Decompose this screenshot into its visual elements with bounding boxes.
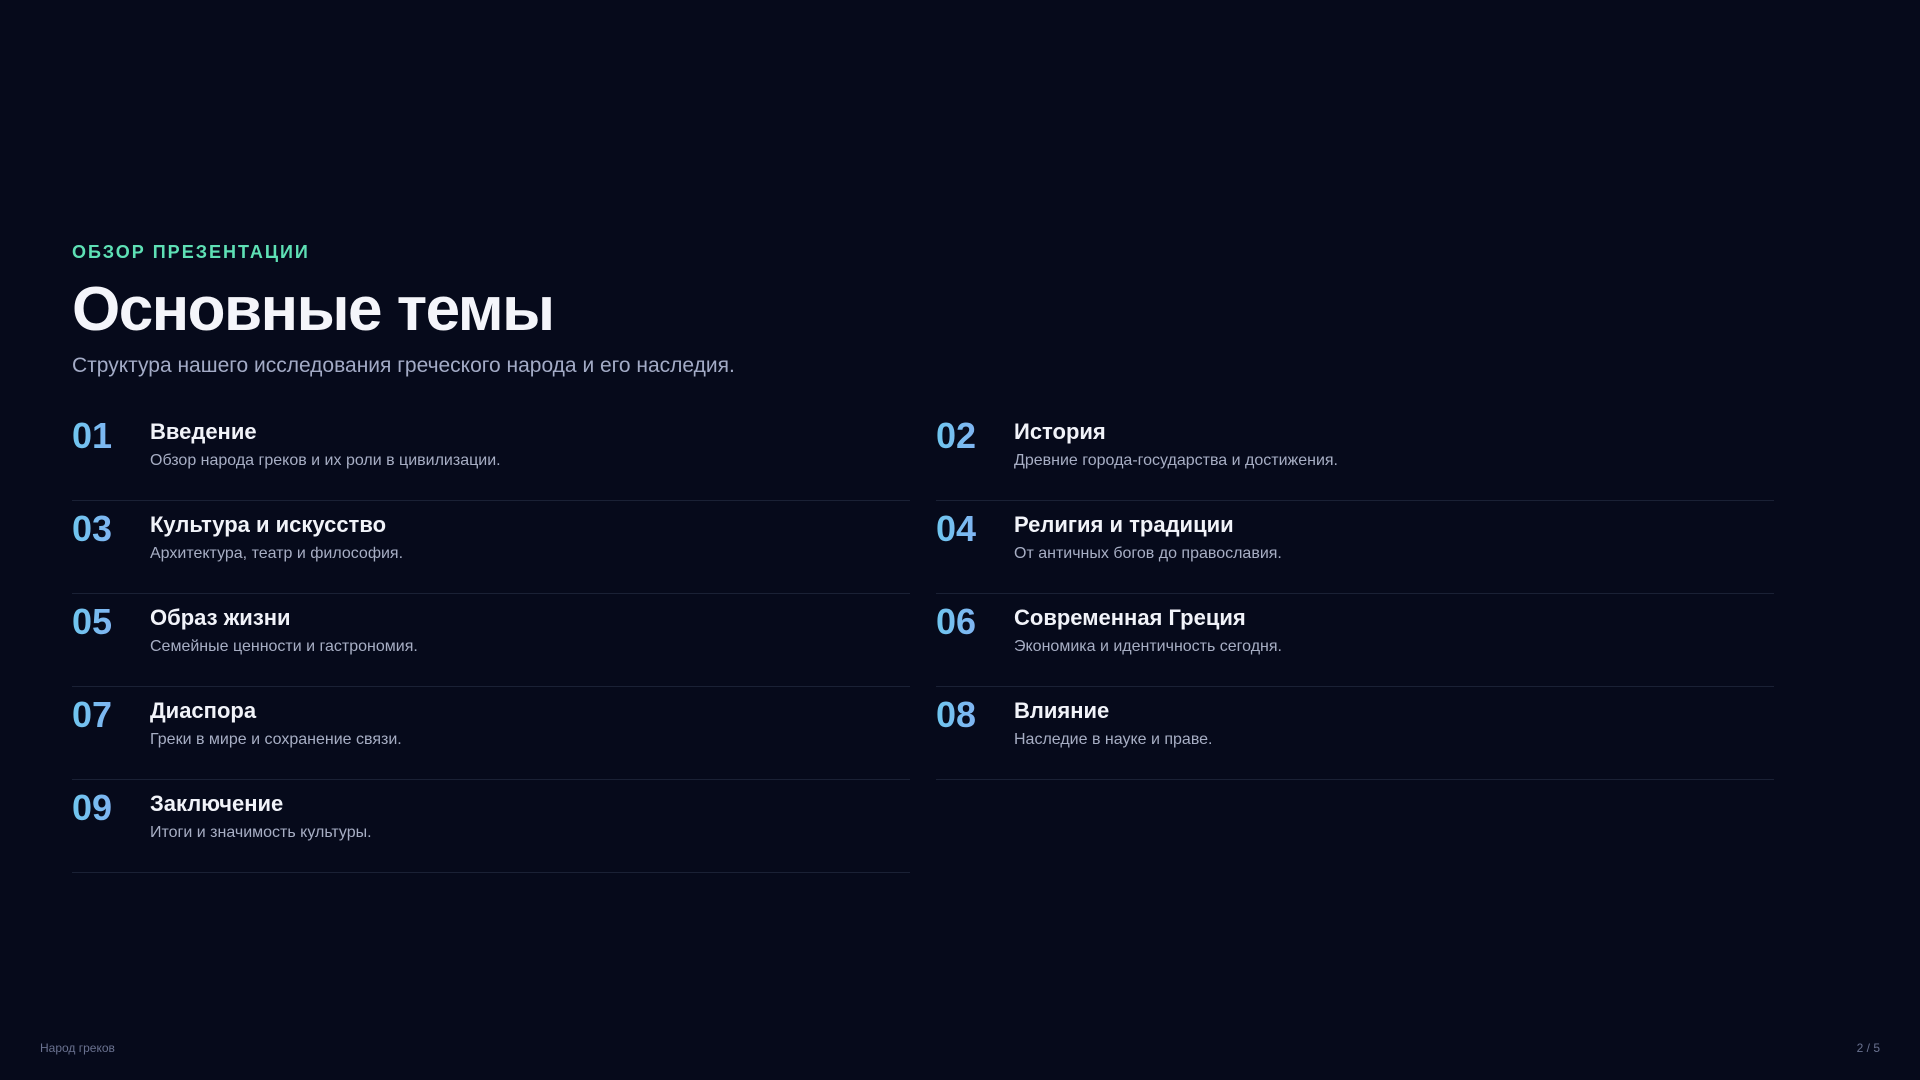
topic-text: Влияние Наследие в науке и праве.: [1014, 695, 1212, 751]
topic-item-05: 05 Образ жизни Семейные ценности и гастр…: [72, 594, 910, 687]
topic-description: Греки в мире и сохранение связи.: [150, 731, 402, 748]
topic-item-04: 04 Религия и традиции От античных богов …: [936, 501, 1774, 594]
topic-item-01: 01 Введение Обзор народа греков и их рол…: [72, 408, 910, 501]
topic-number: 04: [936, 509, 1014, 549]
topic-item-06: 06 Современная Греция Экономика и иденти…: [936, 594, 1774, 687]
topic-title: Образ жизни: [150, 605, 291, 630]
topic-title: Культура и искусство: [150, 512, 387, 537]
page-subtitle: Структура нашего исследования греческого…: [72, 354, 735, 377]
footer-deck-name: Народ греков: [40, 1041, 115, 1055]
footer-page-indicator: 2 / 5: [1856, 1041, 1880, 1055]
topic-number: 02: [936, 416, 1014, 456]
topic-description: Семейные ценности и гастрономия.: [150, 638, 418, 655]
page-title: Основные темы: [72, 275, 555, 344]
topic-number: 09: [72, 788, 150, 828]
topic-text: Заключение Итоги и значимость культуры.: [150, 788, 372, 844]
topic-title: Влияние: [1014, 698, 1110, 723]
topic-text: Религия и традиции От античных богов до …: [1014, 509, 1282, 565]
topic-number: 05: [72, 602, 150, 642]
topic-description: Архитектура, театр и философия.: [150, 545, 404, 562]
topic-number: 08: [936, 695, 1014, 735]
topic-title: Заключение: [150, 791, 284, 816]
topic-number: 07: [72, 695, 150, 735]
topic-title: Современная Греция: [1014, 605, 1246, 630]
topic-description: Наследие в науке и праве.: [1014, 731, 1213, 748]
slide: ОБЗОР ПРЕЗЕНТАЦИИ Основные темы Структур…: [0, 0, 1920, 1080]
topic-item-07: 07 Диаспора Греки в мире и сохранение св…: [72, 687, 910, 780]
topic-text: Культура и искусство Архитектура, театр …: [150, 509, 403, 565]
topic-text: Диаспора Греки в мире и сохранение связи…: [150, 695, 402, 751]
topic-text: Современная Греция Экономика и идентично…: [1014, 602, 1282, 658]
topic-text: Введение Обзор народа греков и их роли в…: [150, 416, 501, 472]
slide-content: ОБЗОР ПРЕЗЕНТАЦИИ Основные темы Структур…: [72, 240, 1774, 873]
topic-item-08: 08 Влияние Наследие в науке и праве.: [936, 687, 1774, 780]
topic-title: История: [1014, 419, 1106, 444]
topic-number: 01: [72, 416, 150, 456]
topics-grid: 01 Введение Обзор народа греков и их рол…: [72, 408, 1774, 873]
topic-title: Введение: [150, 419, 257, 444]
section-eyebrow: ОБЗОР ПРЕЗЕНТАЦИИ: [72, 242, 310, 262]
topic-number: 06: [936, 602, 1014, 642]
topic-item-02: 02 История Древние города-государства и …: [936, 408, 1774, 501]
topic-description: Итоги и значимость культуры.: [150, 824, 372, 841]
topic-text: Образ жизни Семейные ценности и гастроно…: [150, 602, 418, 658]
topic-item-03: 03 Культура и искусство Архитектура, теа…: [72, 501, 910, 594]
topic-title: Диаспора: [150, 698, 257, 723]
topic-description: От античных богов до православия.: [1014, 545, 1282, 562]
topic-description: Древние города-государства и достижения.: [1014, 452, 1338, 469]
topic-number: 03: [72, 509, 150, 549]
topic-title: Религия и традиции: [1014, 512, 1234, 537]
topic-description: Экономика и идентичность сегодня.: [1014, 638, 1282, 655]
topic-text: История Древние города-государства и дос…: [1014, 416, 1338, 472]
topic-item-09: 09 Заключение Итоги и значимость культур…: [72, 780, 910, 873]
topic-description: Обзор народа греков и их роли в цивилиза…: [150, 452, 501, 469]
